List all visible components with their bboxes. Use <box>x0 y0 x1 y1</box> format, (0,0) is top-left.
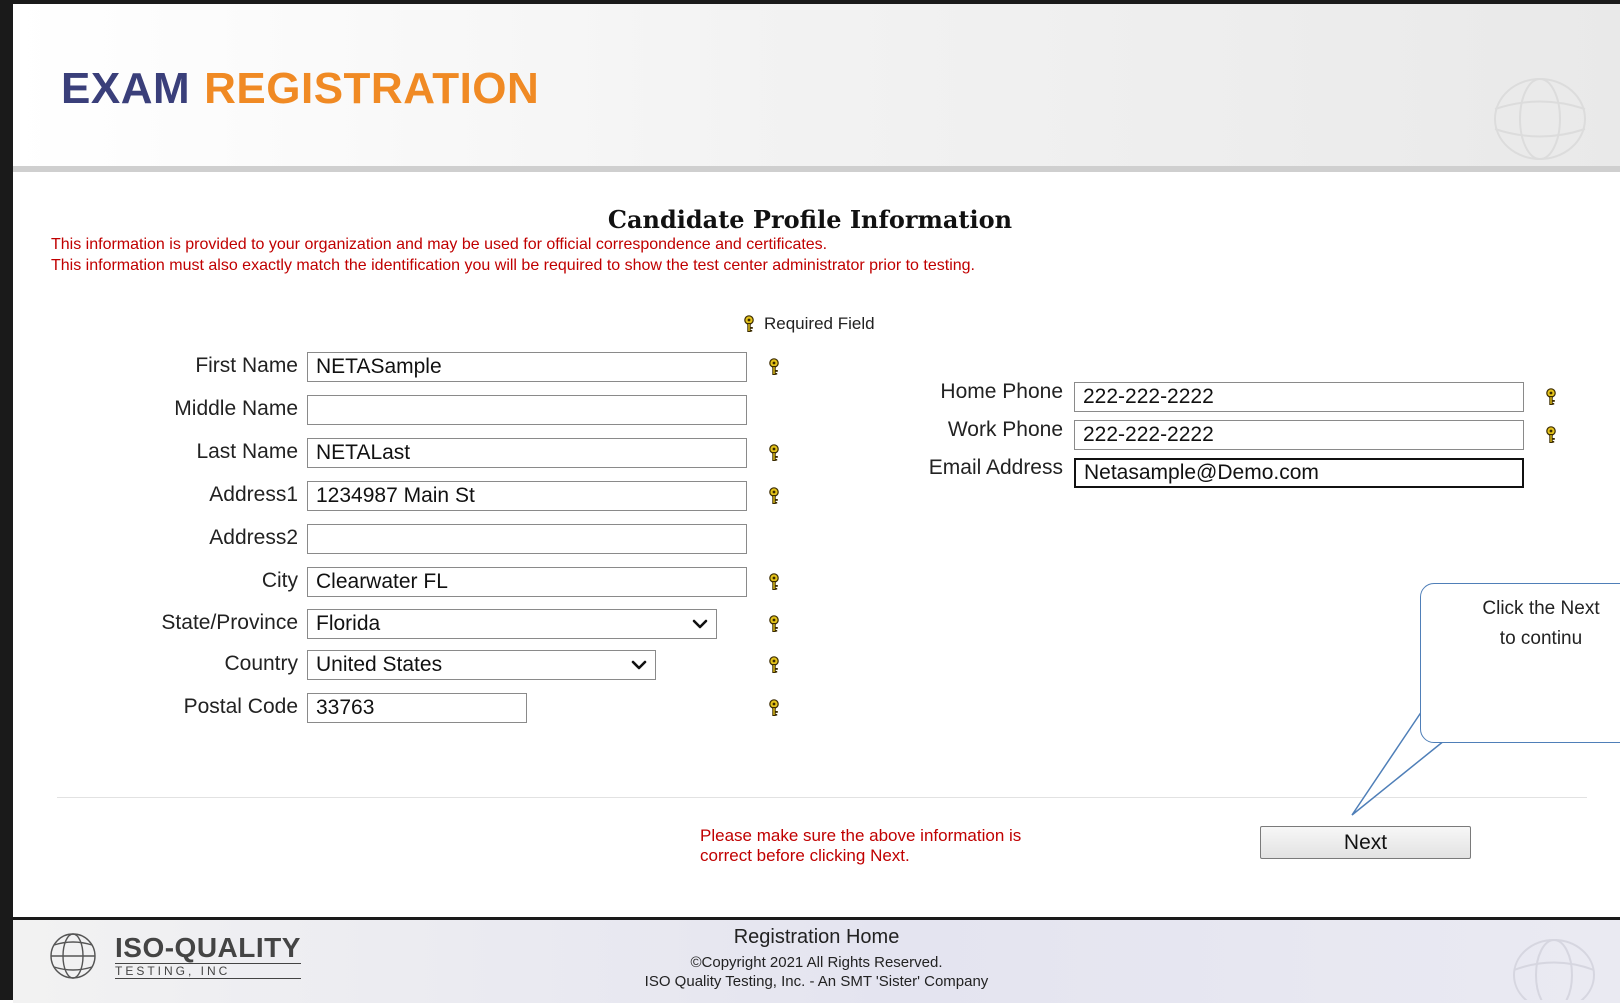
company-text: ISO Quality Testing, Inc. - An SMT 'Sist… <box>644 973 989 990</box>
last-name-input[interactable] <box>307 438 747 468</box>
city-input[interactable] <box>307 567 747 597</box>
chevron-down-icon <box>692 619 708 629</box>
country-label: Country <box>224 652 298 675</box>
copyright-text: ©Copyright 2021 All Rights Reserved. <box>690 954 943 971</box>
address1-input[interactable] <box>307 481 747 511</box>
last-name-label: Last Name <box>196 440 298 463</box>
key-icon <box>769 656 779 674</box>
page-footer: ISO-QUALITY TESTING, INC Registration Ho… <box>13 917 1620 1003</box>
required-legend: Required Field <box>742 314 875 334</box>
page-header: EXAM REGISTRATION <box>13 4 1620 172</box>
required-legend-text: Required Field <box>764 314 875 333</box>
address2-label: Address2 <box>209 526 298 549</box>
globe-icon <box>1513 939 1595 1000</box>
postal-code-input[interactable] <box>307 693 527 723</box>
confirm-message: Please make sure the above information i… <box>700 826 1022 865</box>
key-icon <box>1546 426 1556 444</box>
city-label: City <box>261 569 298 592</box>
page-title: EXAM REGISTRATION <box>61 64 539 114</box>
state-select[interactable]: Florida <box>307 609 717 639</box>
registration-home-link[interactable]: Registration Home <box>13 926 1620 949</box>
middle-name-label: Middle Name <box>174 397 298 420</box>
email-input[interactable] <box>1074 458 1524 488</box>
callout-text: Click the Next to continu <box>1441 594 1620 654</box>
key-icon <box>1546 388 1556 406</box>
address1-label: Address1 <box>209 483 298 506</box>
key-icon <box>769 487 779 505</box>
key-icon <box>769 444 779 462</box>
country-select[interactable]: United States <box>307 650 656 680</box>
email-label: Email Address <box>928 456 1063 479</box>
first-name-label: First Name <box>195 354 298 377</box>
key-icon <box>769 358 779 376</box>
work-phone-label: Work Phone <box>947 418 1063 441</box>
callout-line-2: to continu <box>1499 628 1583 649</box>
country-selected-value: United States <box>316 653 443 676</box>
callout-line-1: Click the Next <box>1482 598 1600 619</box>
notice-line-1: This information is provided to your org… <box>51 236 828 253</box>
section-title: Candidate Profile Information <box>607 205 1013 234</box>
next-button[interactable]: Next <box>1260 826 1471 859</box>
first-name-input[interactable] <box>307 352 747 382</box>
home-phone-label: Home Phone <box>940 380 1063 403</box>
postal-code-label: Postal Code <box>183 695 298 718</box>
work-phone-input[interactable] <box>1074 420 1524 450</box>
key-icon <box>769 615 779 633</box>
home-phone-input[interactable] <box>1074 382 1524 412</box>
title-part-exam: EXAM <box>61 64 191 113</box>
key-icon <box>744 315 754 333</box>
notice-line-2: This information must also exactly match… <box>51 257 975 274</box>
state-selected-value: Florida <box>316 612 381 635</box>
state-label: State/Province <box>161 611 298 634</box>
chevron-down-icon <box>631 660 647 670</box>
globe-icon <box>1494 78 1586 160</box>
key-icon <box>769 699 779 717</box>
title-part-registration: REGISTRATION <box>204 64 540 113</box>
address2-input[interactable] <box>307 524 747 554</box>
key-icon <box>769 573 779 591</box>
middle-name-input[interactable] <box>307 395 747 425</box>
footer-info: Registration Home ©Copyright 2021 All Ri… <box>13 926 1620 991</box>
